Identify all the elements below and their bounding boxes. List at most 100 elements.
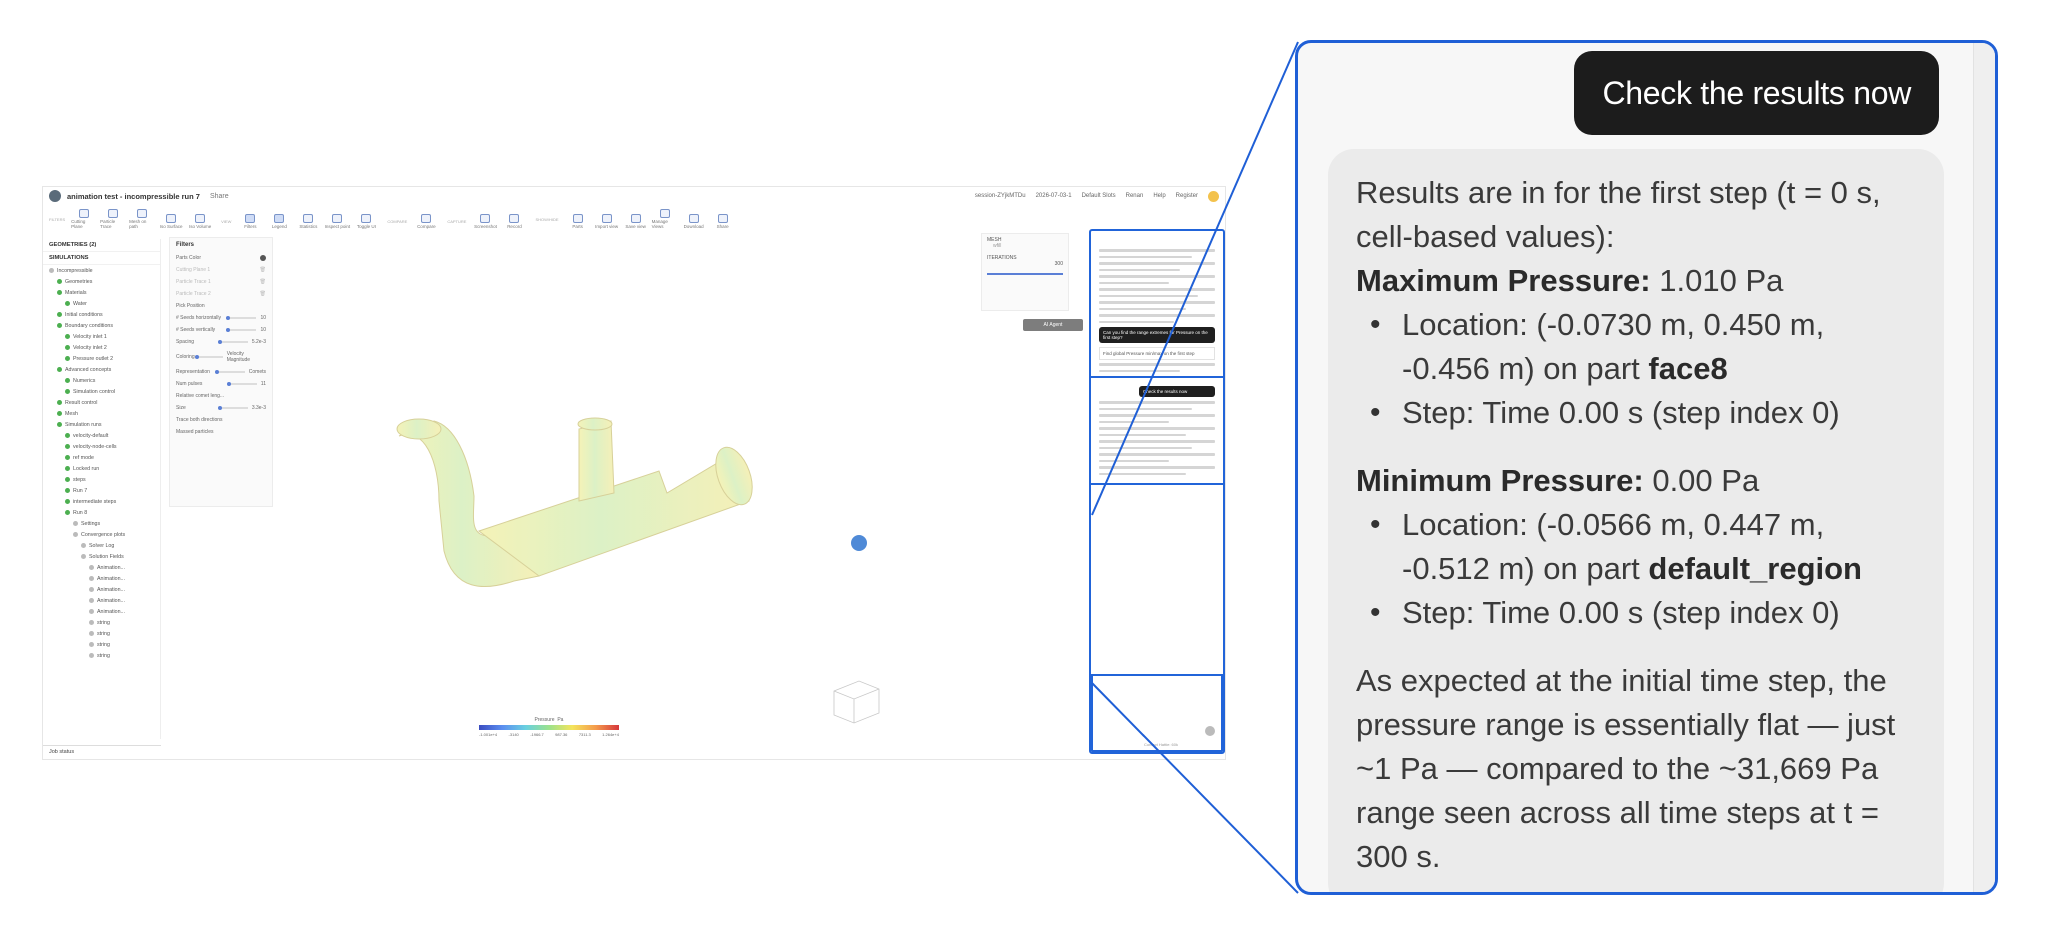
tree-item[interactable]: velocity-node-cells xyxy=(43,441,160,452)
tree-item[interactable]: intermediate steps xyxy=(43,496,160,507)
legend-unit[interactable]: Pa xyxy=(557,717,563,723)
filter-row[interactable]: Pick Position xyxy=(170,300,272,312)
color-swatch[interactable] xyxy=(260,255,266,261)
filter-row[interactable]: Representation Comets xyxy=(170,366,272,378)
view-cube[interactable] xyxy=(833,680,880,724)
mesh-wfill[interactable]: wfill xyxy=(987,243,1063,249)
tree-item[interactable]: Convergence plots xyxy=(43,529,160,540)
toolbar-button[interactable]: Save view xyxy=(623,214,649,229)
chat-launcher-icon[interactable] xyxy=(851,535,867,551)
toolbar-button[interactable]: Inspect point xyxy=(324,214,350,229)
tree-item[interactable]: Boundary conditions xyxy=(43,320,160,331)
trash-icon[interactable]: 🗑 xyxy=(260,267,266,273)
filter-row[interactable]: Num pulses 11 xyxy=(170,378,272,390)
filter-slider[interactable] xyxy=(194,355,223,359)
tree-item[interactable]: Run 8 xyxy=(43,507,160,518)
trash-icon[interactable]: 🗑 xyxy=(260,291,266,297)
toolbar-button[interactable]: Filters xyxy=(237,214,263,229)
toolbar-button[interactable]: Screenshot xyxy=(472,214,498,229)
tree-item[interactable]: string xyxy=(43,628,160,639)
toolbar-button[interactable]: Iso Volume xyxy=(187,214,213,229)
ai-agent-button[interactable]: AI Agent xyxy=(1023,319,1083,331)
toolbar-button[interactable]: Parts xyxy=(565,214,591,229)
tree-item[interactable]: Locked run xyxy=(43,463,160,474)
toolbar-button[interactable]: Record xyxy=(501,214,527,229)
iterations-value[interactable]: 300 xyxy=(987,261,1063,267)
tree-item[interactable]: Pressure outlet 2 xyxy=(43,353,160,364)
filter-row-value[interactable]: 5.2e-3 xyxy=(252,339,266,345)
filter-row-value[interactable]: 11 xyxy=(261,381,266,387)
tree-geometries[interactable]: GEOMETRIES (2) xyxy=(43,239,160,252)
toolbar-button[interactable]: Compare xyxy=(413,214,439,229)
3d-viewport[interactable] xyxy=(279,231,979,760)
send-icon[interactable] xyxy=(1205,726,1215,736)
tree-item[interactable]: Velocity inlet 1 xyxy=(43,331,160,342)
tree-item[interactable]: Animation... xyxy=(43,595,160,606)
tree-item[interactable]: Settings xyxy=(43,518,160,529)
tree-item[interactable]: Incompressible xyxy=(43,265,160,276)
tree-item[interactable]: Solver Log xyxy=(43,540,160,551)
help-menu[interactable]: Help xyxy=(1153,193,1165,199)
avatar[interactable] xyxy=(1208,190,1219,202)
tree-item[interactable]: Solution Fields xyxy=(43,551,160,562)
toolbar-button[interactable]: Mesh on path xyxy=(129,209,155,229)
toolbar-button[interactable]: Legend xyxy=(266,214,292,229)
trash-icon[interactable]: 🗑 xyxy=(260,279,266,285)
filter-slider[interactable] xyxy=(226,328,257,332)
filter-row-value[interactable]: Velocity Magnitude xyxy=(227,351,266,363)
filter-row[interactable]: Spacing 5.2e-3 xyxy=(170,336,272,348)
tree-item[interactable]: Simulation control xyxy=(43,386,160,397)
filter-row[interactable]: Coloring Velocity Magnitude xyxy=(170,348,272,366)
filter-row-value[interactable]: 3.3e-3 xyxy=(252,405,266,411)
tree-item[interactable]: steps xyxy=(43,474,160,485)
chat-input-mini[interactable]: Contact Hattie: 60k xyxy=(1091,674,1223,752)
tree-item[interactable]: Animation... xyxy=(43,562,160,573)
toolbar-button[interactable]: Download xyxy=(681,214,707,229)
tree-item[interactable]: Run 7 xyxy=(43,485,160,496)
toolbar-button[interactable]: Iso Surface xyxy=(158,214,184,229)
filter-row-value[interactable]: 10 xyxy=(260,327,266,333)
parts-color-row[interactable]: Parts Color xyxy=(170,252,272,264)
legend-field[interactable]: Pressure xyxy=(535,717,555,723)
tree-item[interactable]: string xyxy=(43,650,160,661)
filter-row-value[interactable]: Comets xyxy=(249,369,266,375)
filter-row[interactable]: # Seeds vertically 10 xyxy=(170,324,272,336)
trace-item[interactable]: Particle Trace 1 🗑 xyxy=(170,276,272,288)
tree-item[interactable]: Animation... xyxy=(43,606,160,617)
toolbar-button[interactable]: Particle Trace xyxy=(100,209,126,229)
tree-item[interactable]: string xyxy=(43,617,160,628)
trace-item[interactable]: Cutting Plane 1 🗑 xyxy=(170,264,272,276)
filter-slider[interactable] xyxy=(226,316,257,320)
toolbar-button[interactable]: Toggle UI xyxy=(353,214,379,229)
tree-simulations[interactable]: SIMULATIONS xyxy=(43,252,160,265)
tree-item[interactable]: Result control xyxy=(43,397,160,408)
chat-scrollbar[interactable] xyxy=(1973,43,1995,892)
tree-item[interactable]: Mesh xyxy=(43,408,160,419)
tree-item[interactable]: Advanced concepts xyxy=(43,364,160,375)
filter-slider[interactable] xyxy=(217,340,248,344)
tree-item[interactable]: Velocity inlet 2 xyxy=(43,342,160,353)
toolbar-button[interactable]: Statistics xyxy=(295,214,321,229)
filter-slider[interactable] xyxy=(226,382,257,386)
filter-row[interactable]: # Seeds horizontally 10 xyxy=(170,312,272,324)
job-status[interactable]: Job status xyxy=(43,745,161,759)
tree-item[interactable]: Simulation runs xyxy=(43,419,160,430)
toolbar-button[interactable]: Share xyxy=(710,214,736,229)
tree-item[interactable]: velocity-default xyxy=(43,430,160,441)
tree-item[interactable]: string xyxy=(43,639,160,650)
tree-item[interactable]: ref mode xyxy=(43,452,160,463)
tree-item[interactable]: Animation... xyxy=(43,573,160,584)
share-button[interactable]: Share xyxy=(210,193,229,200)
tree-item[interactable]: Materials xyxy=(43,287,160,298)
filter-slider[interactable] xyxy=(214,370,245,374)
user-menu[interactable]: Renan xyxy=(1126,193,1144,199)
filter-row-value[interactable]: 10 xyxy=(260,315,266,321)
trace-item[interactable]: Particle Trace 2 🗑 xyxy=(170,288,272,300)
filter-slider[interactable] xyxy=(217,406,248,410)
login-link[interactable]: Register xyxy=(1176,193,1198,199)
tree-item[interactable]: Water xyxy=(43,298,160,309)
toolbar-button[interactable]: Cutting Plane xyxy=(71,209,97,229)
default-slots-link[interactable]: Default Slots xyxy=(1082,193,1116,199)
tree-item[interactable]: Animation... xyxy=(43,584,160,595)
filter-row[interactable]: Size 3.3e-3 xyxy=(170,402,272,414)
